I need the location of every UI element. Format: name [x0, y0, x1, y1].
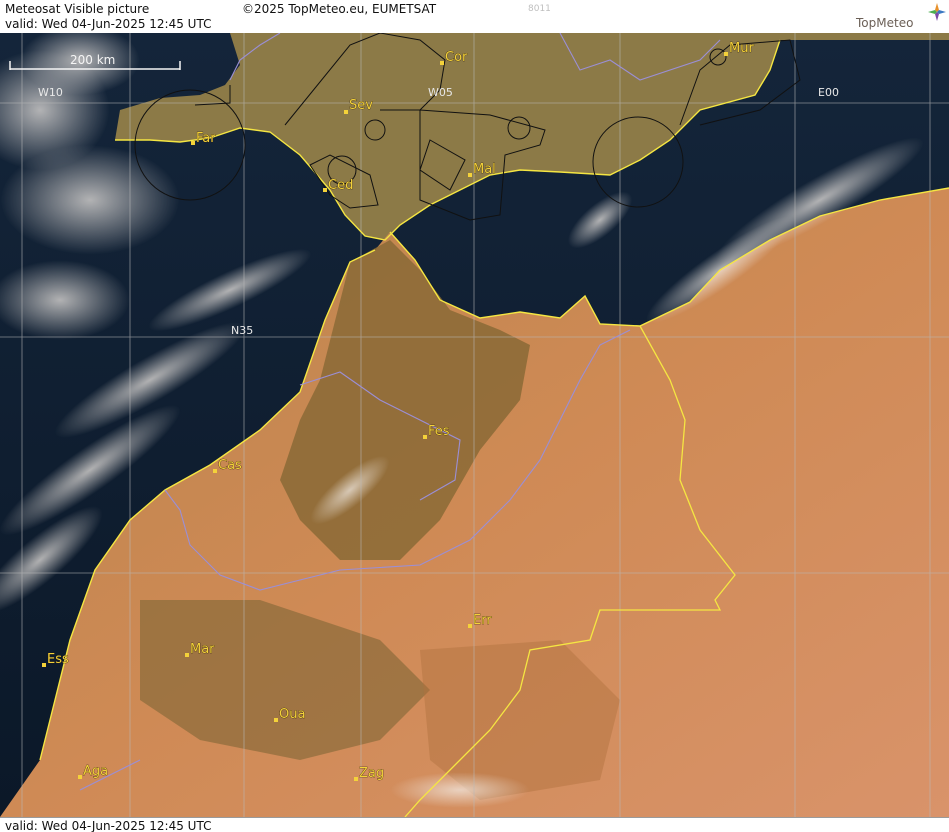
valid-time-header: valid: Wed 04-Jun-2025 12:45 UTC [5, 17, 212, 31]
satellite-image[interactable]: 200 km W10 W05 E00 N35 Cor Mur Sev Far C… [0, 33, 949, 817]
grid-label-e00: E00 [818, 86, 839, 99]
city-label-far: Far [196, 131, 216, 146]
city-mal[interactable]: Mal [468, 162, 496, 177]
city-marker [274, 718, 278, 722]
product-title: Meteosat Visible picture [5, 2, 150, 16]
topmeteo-logo[interactable]: TopMeteo [852, 2, 947, 32]
city-label-zag: Zag [359, 766, 384, 781]
city-mar[interactable]: Mar [185, 642, 215, 657]
city-sev[interactable]: Sev [344, 98, 374, 114]
city-marker [440, 61, 444, 65]
city-label-mar: Mar [190, 642, 215, 657]
valid-time-footer: valid: Wed 04-Jun-2025 12:45 UTC [5, 819, 212, 832]
city-ced[interactable]: Ced [323, 178, 354, 193]
city-label-cas: Cas [218, 458, 242, 473]
city-cor[interactable]: Cor [440, 50, 468, 65]
city-label-cor: Cor [445, 50, 468, 65]
city-marker [78, 775, 82, 779]
city-label-sev: Sev [349, 98, 373, 113]
scale-label: 200 km [70, 53, 115, 67]
satellite-map-viewer: Meteosat Visible picture valid: Wed 04-J… [0, 0, 949, 832]
image-code: 8011 [528, 4, 551, 14]
city-label-ced: Ced [328, 178, 353, 193]
city-marker [191, 141, 195, 145]
city-label-ess: Ess [47, 652, 69, 667]
city-oua[interactable]: Oua [274, 707, 306, 722]
grid-label-n35: N35 [231, 324, 253, 337]
city-marker [468, 624, 472, 628]
city-label-mal: Mal [473, 162, 496, 177]
grid-label-w05: W05 [428, 86, 453, 99]
footer-bar: valid: Wed 04-Jun-2025 12:45 UTC [0, 817, 949, 832]
city-zag[interactable]: Zag [354, 766, 384, 781]
city-marker [185, 653, 189, 657]
city-label-mur: Mur [729, 41, 754, 56]
city-marker [42, 663, 46, 667]
city-marker [344, 110, 348, 114]
city-marker [354, 777, 358, 781]
city-label-err: Err [473, 613, 492, 628]
city-marker [213, 469, 217, 473]
city-label-oua: Oua [279, 707, 305, 722]
logo-text: TopMeteo [856, 16, 914, 30]
city-aga[interactable]: Aga [78, 764, 108, 779]
city-marker [323, 188, 327, 192]
header-bar: Meteosat Visible picture valid: Wed 04-J… [0, 0, 949, 34]
city-ess[interactable]: Ess [42, 652, 69, 667]
city-marker [724, 52, 728, 56]
city-marker [423, 435, 427, 439]
city-label-fes: Fes [428, 424, 450, 439]
city-cas[interactable]: Cas [213, 458, 242, 473]
grid-label-w10: W10 [38, 86, 63, 99]
copyright-text: ©2025 TopMeteo.eu, EUMETSAT [242, 2, 437, 16]
city-mur[interactable]: Mur [724, 41, 755, 56]
city-label-aga: Aga [83, 764, 108, 779]
city-marker [468, 173, 472, 177]
